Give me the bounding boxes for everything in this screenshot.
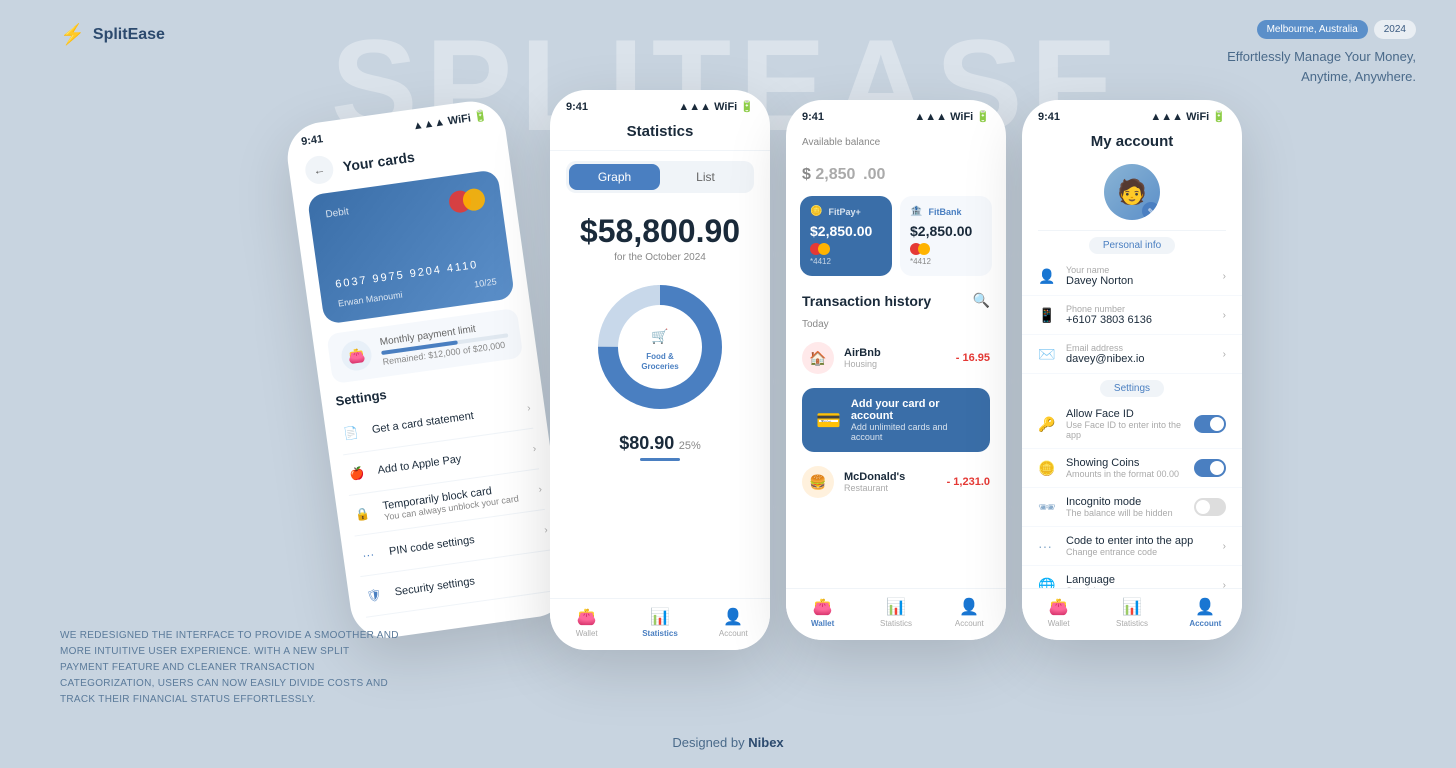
card-number: 6037 9975 9204 4110 <box>335 259 480 291</box>
tx-title: Transaction history <box>802 293 931 309</box>
status-bar-4: 9:41 ▲▲▲ WiFi 🔋 <box>1022 100 1242 127</box>
stat-bar <box>640 458 680 461</box>
tx-amount: - 16.95 <box>956 352 990 364</box>
badges: Melbourne, Australia 2024 <box>1257 20 1416 39</box>
settings-section-label: Settings <box>1022 378 1242 396</box>
toggle-faceid[interactable]: 🔑 Allow Face ID Use Face ID to enter int… <box>1022 400 1242 449</box>
svg-text:Groceries: Groceries <box>641 362 679 371</box>
donut-chart: 🛒 Food & Groceries <box>550 277 770 417</box>
mastercard-logo <box>448 187 487 214</box>
app-header: ⚡ SplitEase <box>60 22 165 47</box>
stat-value: $80.90 <box>619 433 674 453</box>
tx-info: McDonald's Restaurant <box>844 471 937 493</box>
airbnb-icon: 🏠 <box>802 342 834 374</box>
phone-wallet-detail: 9:41 ▲▲▲ WiFi 🔋 Available balance $ 2,85… <box>786 100 1006 640</box>
tx-airbnb: 🏠 AirBnb Housing - 16.95 <box>786 334 1006 382</box>
nav-account[interactable]: 👤 Account <box>697 607 770 638</box>
avatar-container: 🧑 ✎ <box>1022 164 1242 220</box>
phones-container: 9:41 ▲▲▲WiFi🔋 ← Your cards Debit 6037 99… <box>140 80 1416 640</box>
back-button[interactable]: ← <box>303 154 335 186</box>
tx-header: Transaction history 🔍 <box>786 286 1006 315</box>
nav-wallet[interactable]: 👛 Wallet <box>1022 597 1095 628</box>
tx-mcdonalds: 🍔 McDonald's Restaurant - 1,231.0 <box>786 458 1006 506</box>
phone4-title: My account <box>1022 127 1242 158</box>
designed-by: Designed by Nibex <box>672 735 783 750</box>
credit-card: Debit 6037 9975 9204 4110 10/25 Erwan Ma… <box>307 169 515 324</box>
phone-account: 9:41 ▲▲▲ WiFi 🔋 My account 🧑 ✎ Personal … <box>1022 100 1242 640</box>
svg-text:🛒: 🛒 <box>651 328 668 345</box>
available-label: Available balance <box>786 127 1006 154</box>
toggle-switch-faceid[interactable] <box>1194 415 1226 433</box>
phone-statistics: 9:41 ▲▲▲ WiFi 🔋 Statistics Graph List $5… <box>550 90 770 650</box>
phone2-amount: $58,800.90 for the October 2024 <box>550 203 770 267</box>
info-code[interactable]: ··· Code to enter into the app Change en… <box>1022 527 1242 566</box>
personal-section-label: Personal info <box>1022 235 1242 253</box>
settings-section: Settings 📄 Get a card statement › 🍎 Add … <box>335 367 557 618</box>
toggle-incognito[interactable]: 🕶 Incognito mode The balance will be hid… <box>1022 488 1242 527</box>
toggle-coins[interactable]: 🪙 Showing Coins Amounts in the format 00… <box>1022 449 1242 488</box>
add-card-button[interactable]: 💳 Add your card or account Add unlimited… <box>802 388 990 452</box>
info-phone[interactable]: 📱 Phone number +6107 3803 6136 › <box>1022 296 1242 335</box>
tx-amount: - 1,231.0 <box>947 476 990 488</box>
tagline: Effortlessly Manage Your Money, Anytime,… <box>1227 47 1416 86</box>
phone4-nav: 👛 Wallet 📊 Statistics 👤 Account <box>1022 588 1242 640</box>
logo-text: SplitEase <box>93 26 165 44</box>
tab-list[interactable]: List <box>660 164 751 190</box>
limit-text: Monthly payment limit Remained: $12,000 … <box>379 319 510 367</box>
logo-icon: ⚡ <box>60 22 85 47</box>
stat-pct: 25% <box>679 440 701 452</box>
year-badge[interactable]: 2024 <box>1374 20 1416 39</box>
phone2-nav: 👛 Wallet 📊 Statistics 👤 Account <box>550 598 770 650</box>
phone1-title: Your cards <box>342 149 416 175</box>
period-label: for the October 2024 <box>566 252 754 263</box>
balance-amount: $ 2,850 .00 <box>786 154 1006 196</box>
top-right-info: Melbourne, Australia 2024 Effortlessly M… <box>1227 20 1416 86</box>
location-badge[interactable]: Melbourne, Australia <box>1257 20 1368 39</box>
mini-card-secondary[interactable]: 🏦 FitBank $2,850.00 *4412 <box>900 196 992 276</box>
search-icon[interactable]: 🔍 <box>973 292 990 309</box>
cards-row: 🪙 FitPay+ $2,850.00 *4412 🏦 FitBank $2,8… <box>800 196 992 276</box>
card-holder: Erwan Manoumi <box>337 290 403 309</box>
user-avatar[interactable]: 🧑 ✎ <box>1104 164 1160 220</box>
nav-wallet[interactable]: 👛 Wallet <box>550 607 623 638</box>
toggle-switch-coins[interactable] <box>1194 459 1226 477</box>
total-amount: $58,800.90 <box>566 213 754 250</box>
mini-card-active[interactable]: 🪙 FitPay+ $2,850.00 *4412 <box>800 196 892 276</box>
tab-graph[interactable]: Graph <box>569 164 660 190</box>
phone-wallet: 9:41 ▲▲▲WiFi🔋 ← Your cards Debit 6037 99… <box>283 97 573 643</box>
nav-statistics[interactable]: 📊 Statistics <box>623 607 696 638</box>
status-bar-3: 9:41 ▲▲▲ WiFi 🔋 <box>786 100 1006 127</box>
tx-day: Today <box>786 315 1006 334</box>
status-bar-2: 9:41 ▲▲▲ WiFi 🔋 <box>550 90 770 117</box>
add-icon: 💳 <box>816 408 841 433</box>
bottom-description: We redesigned the interface to provide a… <box>60 628 400 708</box>
nav-wallet-active[interactable]: 👛 Wallet <box>786 597 859 628</box>
limit-icon: 👛 <box>340 339 374 373</box>
stat-display: $80.90 25% <box>550 427 770 467</box>
nav-account-active[interactable]: 👤 Account <box>1169 597 1242 628</box>
avatar-edit-icon[interactable]: ✎ <box>1142 202 1160 220</box>
mcdonalds-icon: 🍔 <box>802 466 834 498</box>
svg-text:Food &: Food & <box>646 352 674 361</box>
tx-info: AirBnb Housing <box>844 347 946 369</box>
nav-statistics[interactable]: 📊 Statistics <box>859 597 932 628</box>
nav-account[interactable]: 👤 Account <box>933 597 1006 628</box>
phone2-title: Statistics <box>550 117 770 151</box>
card-date: 10/25 <box>474 276 498 289</box>
phone2-tabs: Graph List <box>566 161 754 193</box>
toggle-switch-incognito[interactable] <box>1194 498 1226 516</box>
phone3-nav: 👛 Wallet 📊 Statistics 👤 Account <box>786 588 1006 640</box>
nav-statistics[interactable]: 📊 Statistics <box>1095 597 1168 628</box>
info-email[interactable]: ✉️ Email address davey@nibex.io › <box>1022 335 1242 374</box>
info-name[interactable]: 👤 Your name Davey Norton › <box>1022 257 1242 296</box>
add-card-text: Add your card or account Add unlimited c… <box>851 398 976 442</box>
